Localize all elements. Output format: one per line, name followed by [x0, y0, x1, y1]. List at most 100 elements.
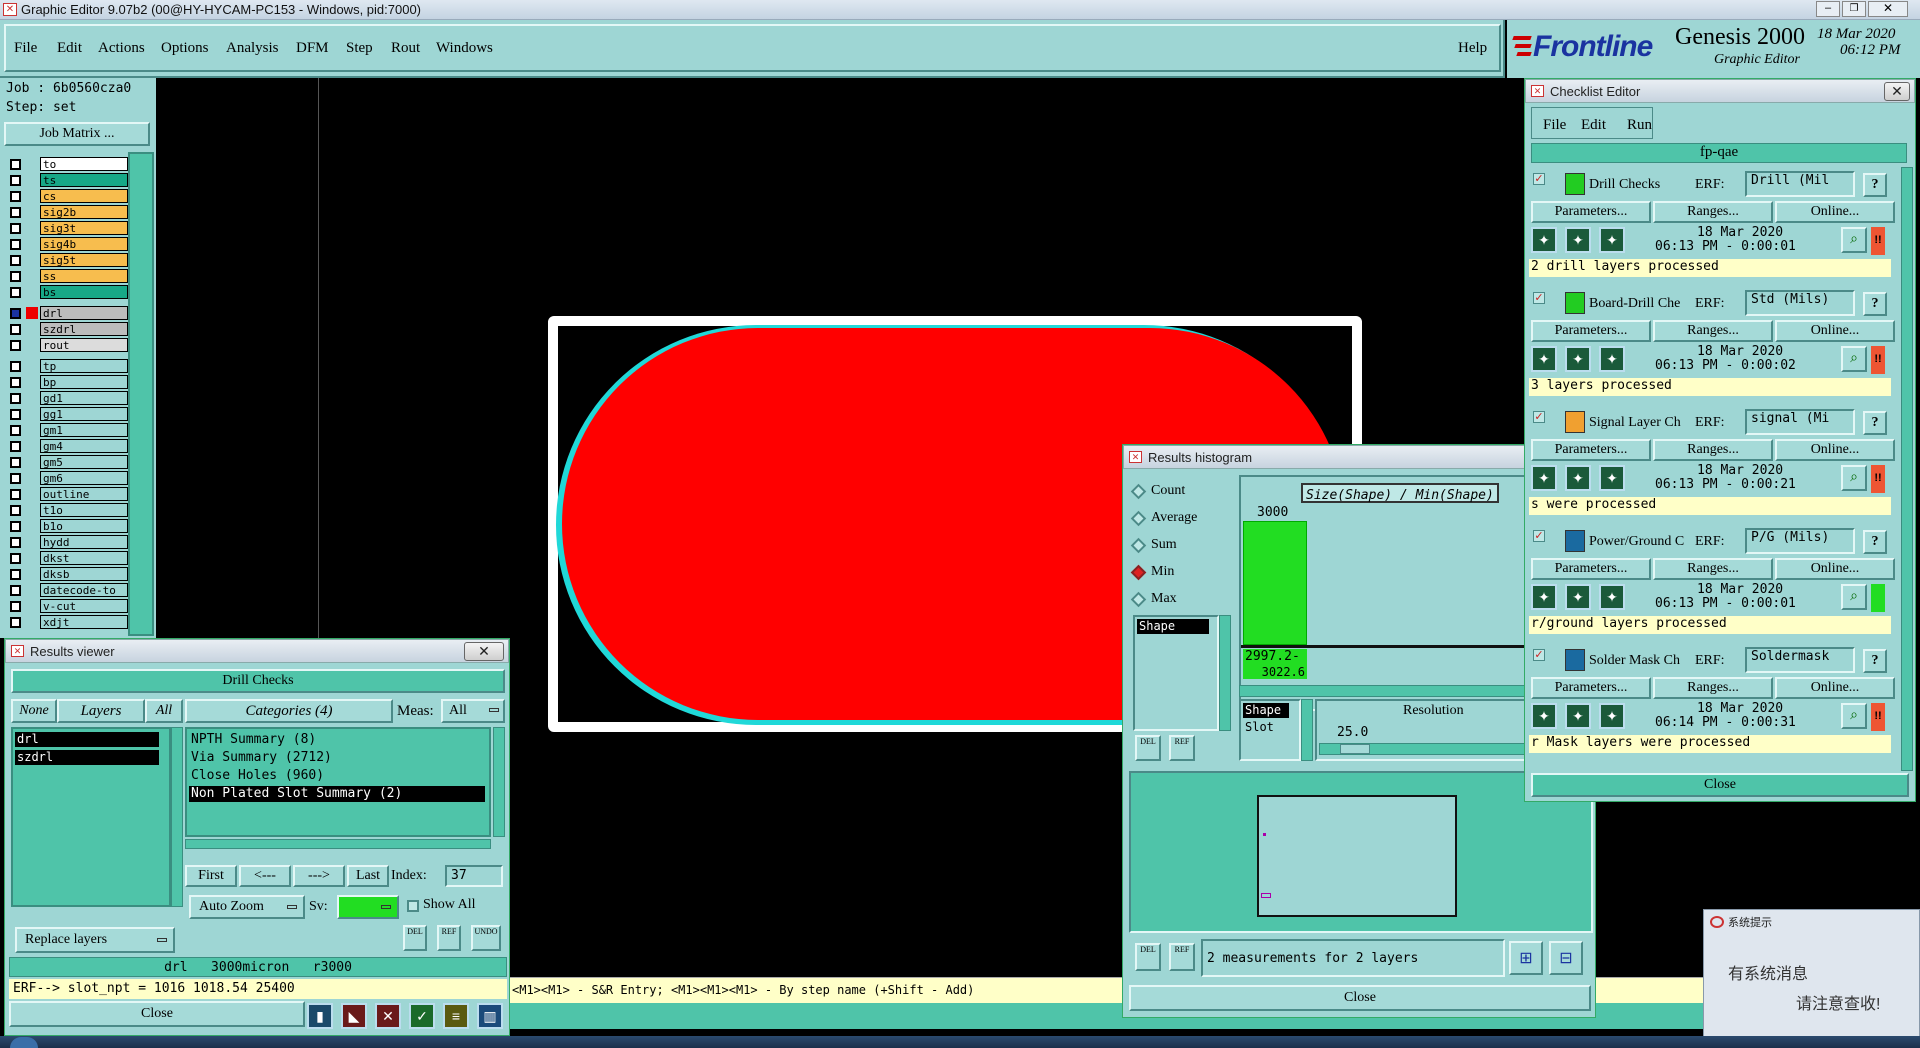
histogram-bar[interactable]	[1243, 521, 1307, 645]
layer-checkbox[interactable]	[10, 308, 21, 319]
menu-windows[interactable]: Windows	[436, 40, 493, 57]
preview-box[interactable]	[1257, 795, 1457, 917]
hist-del-button-2[interactable]: DEL	[1135, 943, 1161, 971]
layer-checkbox[interactable]	[10, 207, 21, 218]
layer-checkbox[interactable]	[10, 617, 21, 628]
checklist-close-button[interactable]: Close	[1531, 773, 1909, 797]
menu-help[interactable]: Help	[1458, 40, 1487, 57]
zoom-results-icon[interactable]: ⌕	[1841, 703, 1867, 729]
last-button[interactable]: Last	[347, 865, 389, 887]
ranges-button[interactable]: Ranges...	[1653, 558, 1773, 580]
layer-checkbox[interactable]	[10, 393, 21, 404]
results-viewer-close-icon[interactable]: ✕	[464, 642, 504, 661]
layer-row-v-cut[interactable]: v-cut	[6, 599, 128, 613]
layer-checkbox[interactable]	[10, 553, 21, 564]
item-name[interactable]: Board-Drill Che	[1589, 296, 1689, 312]
del-button[interactable]: DEL	[403, 925, 427, 951]
checklist-scrollbar[interactable]	[1901, 167, 1913, 771]
run-stop-icon[interactable]: ✦	[1599, 465, 1625, 491]
item-checkbox[interactable]: ✓	[1533, 292, 1545, 304]
run-stop-icon[interactable]: ✦	[1599, 703, 1625, 729]
menu-analysis[interactable]: Analysis	[226, 40, 279, 57]
hist-ref-button[interactable]: REF	[1169, 735, 1195, 761]
item-help-button[interactable]: ?	[1863, 411, 1887, 435]
layer-checkbox[interactable]	[10, 361, 21, 372]
run-stop-icon[interactable]: ✦	[1599, 584, 1625, 610]
layer-row-drl[interactable]: drl	[6, 306, 128, 320]
attr-type-scrollbar[interactable]	[1301, 699, 1313, 761]
layer-row-gm5[interactable]: gm5	[6, 455, 128, 469]
meas-dropdown[interactable]: All	[441, 699, 505, 723]
resolution-slider-handle[interactable]	[1340, 744, 1370, 754]
layer-row-sig5t[interactable]: sig5t	[6, 253, 128, 267]
layer-row-ss[interactable]: ss	[6, 269, 128, 283]
online-button[interactable]: Online...	[1775, 439, 1895, 461]
zoom-in-button[interactable]: ⊞	[1509, 941, 1543, 975]
menu-dfm[interactable]: DFM	[296, 40, 329, 57]
online-button[interactable]: Online...	[1775, 201, 1895, 223]
layer-checkbox[interactable]	[10, 489, 21, 500]
layer-checkbox[interactable]	[10, 521, 21, 532]
layer-checkbox[interactable]	[10, 324, 21, 335]
item-help-button[interactable]: ?	[1863, 292, 1887, 316]
layer-checkbox[interactable]	[10, 255, 21, 266]
first-button[interactable]: First	[185, 865, 237, 887]
layer-row-t1o[interactable]: t1o	[6, 503, 128, 517]
job-matrix-button[interactable]: Job Matrix ...	[4, 122, 150, 146]
layers-all-button[interactable]: All	[145, 699, 183, 723]
item-erf-field[interactable]: signal (Mi	[1745, 409, 1855, 435]
parameters-button[interactable]: Parameters...	[1531, 439, 1651, 461]
menu-file[interactable]: File	[14, 40, 37, 57]
layer-checkbox[interactable]	[10, 271, 21, 282]
layer-checkbox[interactable]	[10, 473, 21, 484]
layer-row-datecode-to[interactable]: datecode-to	[6, 583, 128, 597]
lamp-icon[interactable]: ▮	[307, 1003, 333, 1029]
close-window-button[interactable]: ✕	[1868, 1, 1908, 17]
run-icon[interactable]: ✦	[1531, 227, 1557, 253]
online-button[interactable]: Online...	[1775, 677, 1895, 699]
layer-checkbox[interactable]	[10, 585, 21, 596]
chart-icon[interactable]: ▥	[477, 1003, 503, 1029]
parameters-button[interactable]: Parameters...	[1531, 558, 1651, 580]
menu-rout[interactable]: Rout	[391, 40, 420, 57]
report-icon[interactable]: ≡	[443, 1003, 469, 1029]
layer-list-vscrollbar[interactable]	[171, 727, 183, 907]
start-button[interactable]	[10, 1037, 38, 1048]
layer-checkbox[interactable]	[10, 409, 21, 420]
layer-checkbox[interactable]	[10, 601, 21, 612]
run-all-icon[interactable]: ✦	[1565, 227, 1591, 253]
menu-actions[interactable]: Actions	[98, 40, 145, 57]
ranges-button[interactable]: Ranges...	[1653, 677, 1773, 699]
sv-color-dropdown[interactable]	[337, 895, 399, 919]
zoom-results-icon[interactable]: ⌕	[1841, 346, 1867, 372]
item-name[interactable]: Solder Mask Ch	[1589, 653, 1689, 669]
notification-popup[interactable]: 系统提示 有系统消息 请注意查收!	[1703, 909, 1920, 1039]
layer-row-cs[interactable]: cs	[6, 189, 128, 203]
layer-row-dksb[interactable]: dksb	[6, 567, 128, 581]
ranges-button[interactable]: Ranges...	[1653, 439, 1773, 461]
layer-checkbox[interactable]	[10, 425, 21, 436]
results-viewer-close-button[interactable]: Close	[9, 1001, 305, 1027]
auto-zoom-dropdown[interactable]: Auto Zoom	[189, 895, 305, 919]
layer-checkbox[interactable]	[10, 457, 21, 468]
check-icon[interactable]: ✓	[409, 1003, 435, 1029]
show-all-checkbox[interactable]	[407, 900, 419, 912]
layer-checkbox[interactable]	[10, 441, 21, 452]
category-hscrollbar[interactable]	[185, 839, 491, 849]
ranges-button[interactable]: Ranges...	[1653, 201, 1773, 223]
checklist-close-icon[interactable]: ✕	[1884, 82, 1910, 101]
online-button[interactable]: Online...	[1775, 558, 1895, 580]
category-close-holes[interactable]: Close Holes (960)	[191, 768, 324, 783]
layer-row-bp[interactable]: bp	[6, 375, 128, 389]
layer-checkbox[interactable]	[10, 537, 21, 548]
attribute-list-scrollbar[interactable]	[1219, 615, 1231, 731]
run-all-icon[interactable]: ✦	[1565, 465, 1591, 491]
item-help-button[interactable]: ?	[1863, 649, 1887, 673]
layer-row-xdjt[interactable]: xdjt	[6, 615, 128, 629]
layer-row-sig2b[interactable]: sig2b	[6, 205, 128, 219]
categories-button[interactable]: Categories (4)	[185, 699, 393, 723]
zoom-out-button[interactable]: ⊟	[1549, 941, 1583, 975]
parameters-button[interactable]: Parameters...	[1531, 320, 1651, 342]
run-icon[interactable]: ✦	[1531, 465, 1557, 491]
category-npth[interactable]: NPTH Summary (8)	[191, 732, 316, 747]
